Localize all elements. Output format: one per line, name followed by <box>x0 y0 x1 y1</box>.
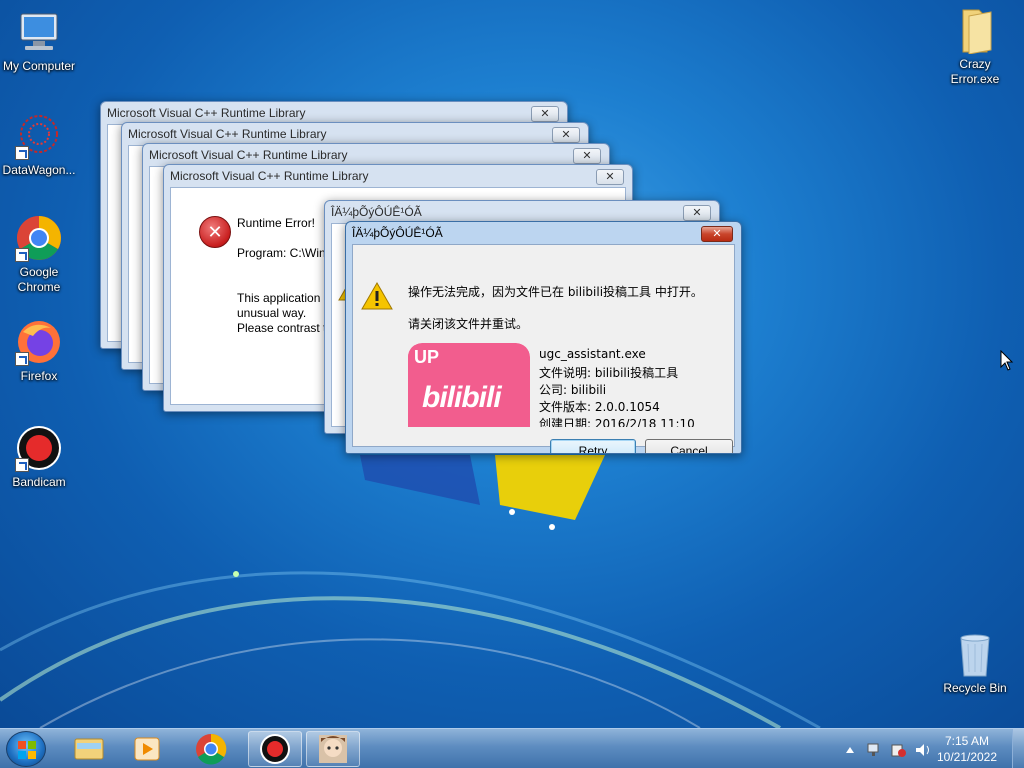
retry-button[interactable]: Retry <box>550 439 636 453</box>
datawagon-icon <box>15 112 63 160</box>
desktop-icon-my-computer[interactable]: My Computer <box>0 8 78 74</box>
close-button[interactable]: ✕ <box>573 148 601 164</box>
cancel-button[interactable]: Cancel <box>645 439 733 453</box>
close-button[interactable]: ✕ <box>552 127 580 143</box>
taskbar: 7:15 AM 10/21/2022 <box>0 728 1024 768</box>
file-description: 文件说明: bilibili投稿工具 <box>539 366 679 380</box>
bandicam-icon <box>260 734 290 764</box>
desktop-icon-crazy-error[interactable]: Crazy Error.exe <box>936 6 1014 87</box>
dialog-title: Microsoft Visual C++ Runtime Library <box>170 169 369 183</box>
close-icon: ✕ <box>561 128 571 141</box>
firefox-icon <box>15 318 63 366</box>
dialog-title: Microsoft Visual C++ Runtime Library <box>128 127 327 141</box>
dialog-title: ÎÄ¼þÕýÔÚÊ¹ÓÃ <box>331 205 422 219</box>
dialog-title: Microsoft Visual C++ Runtime Library <box>107 106 306 120</box>
retry-instruction: 请关闭该文件并重试。 <box>408 317 529 331</box>
recycle-bin-icon <box>951 630 999 678</box>
file-version: 文件版本: 2.0.0.1054 <box>539 400 660 414</box>
close-icon: ✕ <box>692 206 702 219</box>
desktop-icon-label: Crazy Error.exe <box>950 57 1000 86</box>
close-icon: ✕ <box>712 227 722 240</box>
desktop-icon-recycle-bin[interactable]: Recycle Bin <box>936 630 1014 696</box>
start-button[interactable] <box>6 731 46 767</box>
close-button[interactable]: ✕ <box>683 205 711 221</box>
bandicam-icon <box>15 424 63 472</box>
taskbar-explorer[interactable] <box>62 731 116 767</box>
desktop-icon-label: Recycle Bin <box>943 681 1007 695</box>
error-line-3: Please contrast th <box>237 321 334 335</box>
dialog-title: ÎÄ¼þÕýÔÚÊ¹ÓÃ <box>352 226 443 240</box>
error-line-1: This application h <box>237 291 331 305</box>
clock[interactable]: 7:15 AM 10/21/2022 <box>932 733 1002 765</box>
close-button[interactable]: ✕ <box>531 106 559 122</box>
clock-date: 10/21/2022 <box>936 750 998 764</box>
desktop-icon-label: DataWagon... <box>2 163 76 177</box>
desktop-icon-label: Firefox <box>20 369 58 383</box>
error-line-2: unusual way. <box>237 306 307 320</box>
mouse-cursor-icon <box>1000 350 1014 371</box>
file-in-use-dialog[interactable]: ÎÄ¼þÕýÔÚÊ¹ÓÃ ✕ 操作无法完成，因为文件已在 bilibili投稿工… <box>345 221 742 454</box>
explorer-icon <box>74 738 104 760</box>
close-button[interactable]: ✕ <box>596 169 624 185</box>
taskbar-chrome[interactable] <box>184 731 238 767</box>
close-icon: ✕ <box>540 107 550 120</box>
warning-icon <box>361 281 393 310</box>
taskbar-bandicam[interactable] <box>248 731 302 767</box>
bilibili-logo: UP bilibili <box>408 343 530 427</box>
shortcut-arrow-icon <box>15 146 29 160</box>
desktop-icon-datawagon[interactable]: DataWagon... <box>0 112 78 178</box>
close-icon: ✕ <box>582 149 592 162</box>
shortcut-arrow-icon <box>15 458 29 472</box>
chrome-icon <box>196 733 227 765</box>
company: 公司: bilibili <box>539 383 607 397</box>
desktop-icon-firefox[interactable]: Firefox <box>0 318 78 384</box>
desktop-icon-label: Google Chrome <box>17 265 61 294</box>
desktop-icon-label: My Computer <box>2 59 76 73</box>
show-desktop-button[interactable] <box>1012 729 1024 768</box>
taskbar-anime-app[interactable] <box>306 731 360 767</box>
desktop: My Computer DataWagon... Google Chrome F… <box>0 0 1024 728</box>
system-tray-icons <box>846 743 929 757</box>
close-icon: ✕ <box>605 170 615 183</box>
runtime-error-heading: Runtime Error! <box>237 216 316 230</box>
shortcut-arrow-icon <box>15 352 29 366</box>
desktop-icon-label: Bandicam <box>12 475 66 489</box>
up-badge: UP <box>414 347 440 367</box>
error-icon: ✕ <box>199 216 231 248</box>
taskbar-media-player[interactable] <box>120 731 174 767</box>
error-message: 操作无法完成，因为文件已在 bilibili投稿工具 中打开。 <box>408 285 703 299</box>
dialog-body: 操作无法完成，因为文件已在 bilibili投稿工具 中打开。 请关闭该文件并重… <box>352 244 735 453</box>
computer-icon <box>15 8 63 56</box>
close-button[interactable]: ✕ <box>701 226 733 242</box>
dialog-title: Microsoft Visual C++ Runtime Library <box>149 148 348 162</box>
clock-time: 7:15 AM <box>944 734 990 748</box>
program-path: Program: C:\Wind <box>237 246 333 260</box>
desktop-icon-chrome[interactable]: Google Chrome <box>0 214 78 295</box>
folder-icon <box>951 6 999 55</box>
chrome-icon <box>15 214 63 262</box>
desktop-icon-bandicam[interactable]: Bandicam <box>0 424 78 490</box>
file-name: ugc_assistant.exe <box>539 347 646 361</box>
media-player-icon <box>134 737 160 761</box>
bilibili-wordmark: bilibili <box>422 381 502 414</box>
windows-flag-icon <box>18 741 36 759</box>
created-date: 创建日期: 2016/2/18 11:10 <box>539 417 695 427</box>
anime-app-icon <box>319 735 347 763</box>
shortcut-arrow-icon <box>15 248 29 262</box>
